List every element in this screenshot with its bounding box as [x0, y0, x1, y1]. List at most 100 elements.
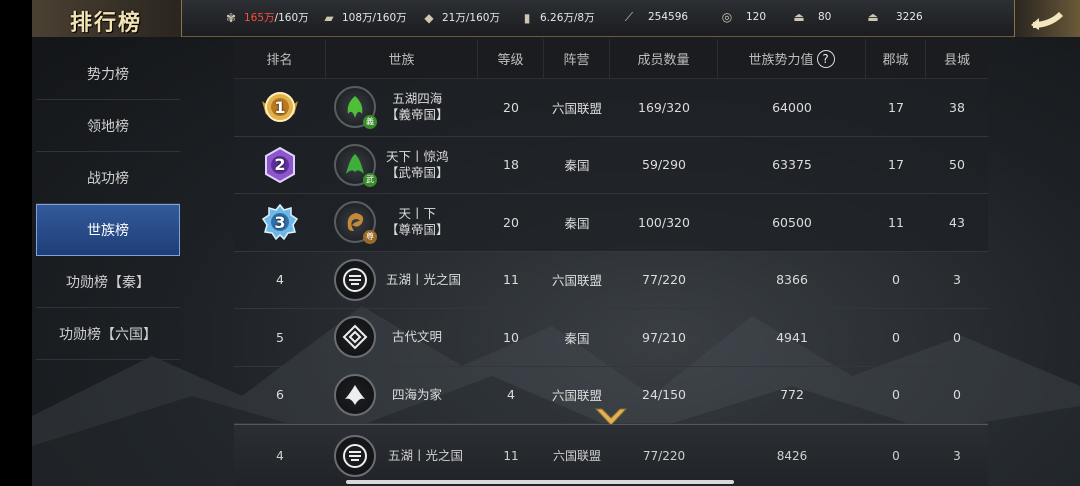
counties-cell: 0	[953, 329, 961, 345]
clan-emblem-icon: 尊	[334, 201, 377, 245]
title-plate: 排行榜	[32, 0, 182, 37]
commanderies-cell: 17	[888, 99, 904, 115]
silver-ingot-icon: ⏏	[867, 10, 879, 24]
top-bar: 排行榜 ✾ 165万/160万 ▰ 108万/160万 ◆ 21万/160万 ▮…	[32, 0, 1080, 37]
clan-emblem-icon	[334, 373, 376, 416]
table-row[interactable]: 2 武 天下丨惊鸿 【武帝国】 18 秦国 59/290 63375 17 50	[234, 136, 988, 194]
commanderies-cell: 0	[892, 448, 900, 463]
header-power: 世族势力值 ?	[718, 39, 866, 78]
resource-grain[interactable]: ✾ 165万/160万	[222, 10, 309, 25]
gold-ingot-icon: ⏏	[793, 10, 805, 24]
ranking-sidebar: 势力榜 领地榜 战功榜 世族榜 功勋榜【秦】 功勋榜【六国】	[36, 48, 180, 360]
sidebar-item-power[interactable]: 势力榜	[36, 48, 180, 100]
resource-gold[interactable]: ⏏ 80	[790, 10, 831, 24]
members-cell: 100/320	[638, 214, 690, 230]
level-cell: 10	[503, 329, 519, 345]
header-members: 成员数量	[610, 39, 718, 78]
camp-cell: 六国联盟	[551, 273, 602, 289]
power-cell: 60500	[772, 214, 812, 230]
clan-emblem-icon: 義	[334, 86, 377, 130]
members-cell: 97/210	[642, 329, 686, 345]
sidebar-item-merit[interactable]: 战功榜	[36, 152, 180, 204]
counties-cell: 3	[953, 272, 961, 288]
level-cell: 11	[503, 272, 519, 288]
clan-nation: 【尊帝国】	[386, 222, 449, 238]
table-row[interactable]: 4 五湖丨光之国 11 六国联盟 77/220 8366 0 3	[234, 252, 988, 309]
level-cell: 18	[503, 157, 519, 173]
clan-cell: 古代文明	[326, 309, 478, 366]
commanderies-cell: 11	[888, 214, 904, 230]
counties-cell: 3	[953, 448, 961, 463]
clan-nation: 【義帝国】	[386, 107, 449, 123]
power-cell: 63375	[772, 157, 812, 173]
resource-iron[interactable]: ▮ 6.26万/8万	[518, 10, 595, 25]
counties-cell: 38	[949, 99, 965, 115]
resource-coin[interactable]: ◎ 120	[718, 10, 766, 24]
clan-nation: 【武帝国】	[386, 164, 449, 180]
copper-icon: ⟋	[624, 10, 634, 24]
clan-emblem-icon: 武	[334, 143, 377, 187]
table-header: 排名 世族 等级 阵营 成员数量 世族势力值 ? 郡城 县城	[234, 39, 988, 79]
power-cell: 772	[780, 387, 804, 403]
clan-name: 四海为家	[392, 386, 443, 402]
own-clan-row[interactable]: 4 五湖丨光之国 11 六国联盟 77/220 8426 0 3	[234, 424, 988, 486]
help-icon[interactable]: ?	[816, 49, 835, 68]
sidebar-item-clan[interactable]: 世族榜	[36, 204, 180, 256]
commanderies-cell: 17	[888, 157, 904, 173]
home-indicator[interactable]	[346, 480, 734, 484]
members-cell: 59/290	[642, 157, 686, 173]
grain-icon: ✾	[225, 10, 237, 25]
clan-cell: 武 天下丨惊鸿 【武帝国】	[326, 137, 478, 194]
rank-cell: 6	[276, 387, 284, 403]
members-cell: 77/220	[642, 448, 686, 463]
rank-cell: 5	[276, 329, 284, 345]
counties-cell: 0	[953, 387, 961, 403]
table-row[interactable]: 3 尊 天丨下 【尊帝国】 20 秦国 100/320 60500 11 43	[234, 194, 988, 252]
header-clan: 世族	[326, 39, 478, 78]
back-arrow-icon	[1031, 12, 1063, 30]
members-cell: 169/320	[638, 99, 690, 115]
sidebar-item-honor-qin[interactable]: 功勋榜【秦】	[36, 256, 180, 308]
resource-wood[interactable]: ▰ 108万/160万	[320, 10, 406, 25]
clan-emblem-icon	[334, 258, 376, 301]
power-cell: 4941	[776, 329, 808, 345]
rank-cell: 4	[276, 272, 284, 288]
blue-medal-icon: 3	[260, 202, 300, 242]
clan-cell: 五湖丨光之国	[326, 252, 478, 309]
clan-cell: 四海为家	[326, 367, 478, 424]
level-cell: 11	[503, 448, 519, 463]
back-button[interactable]	[1014, 0, 1080, 37]
rank-cell: 1	[234, 79, 326, 136]
clan-emblem-icon	[334, 316, 376, 359]
commanderies-cell: 0	[892, 272, 900, 288]
clan-name: 五湖丨光之国	[388, 447, 464, 463]
level-cell: 20	[503, 214, 519, 230]
clan-cell: 尊 天丨下 【尊帝国】	[326, 194, 478, 251]
header-camp: 阵营	[544, 39, 610, 78]
clan-name: 五湖四海	[392, 91, 443, 107]
resource-copper[interactable]: ⟋ 254596	[620, 10, 688, 24]
camp-cell: 秦国	[564, 215, 590, 231]
clan-name: 天下丨惊鸿	[386, 148, 449, 164]
page-title: 排行榜	[70, 10, 143, 36]
level-cell: 4	[507, 387, 515, 403]
header-counties: 县城	[943, 53, 970, 68]
table-row[interactable]: 5 古代文明 10 秦国 97/210 4941 0 0	[234, 309, 988, 367]
gold-medal-icon: 1	[260, 87, 300, 127]
clan-name: 古代文明	[392, 329, 443, 345]
clan-cell: 五湖丨光之国	[326, 425, 478, 486]
stone-icon: ◆	[424, 10, 434, 25]
resource-silver[interactable]: ⏏ 3226	[864, 10, 922, 24]
purple-medal-icon: 2	[260, 145, 300, 185]
sidebar-item-honor-six-states[interactable]: 功勋榜【六国】	[36, 308, 180, 360]
header-commanderies: 郡城	[866, 39, 926, 78]
table-row[interactable]: 1 義 五湖四海 【義帝国】 20 六国联盟 169/320 64000 17 …	[234, 79, 988, 137]
clan-name: 五湖丨光之国	[386, 271, 462, 287]
rank-cell: 4	[276, 448, 284, 463]
resource-stone[interactable]: ◆ 21万/160万	[420, 10, 500, 25]
camp-cell: 六国联盟	[552, 449, 601, 463]
rank-cell: 3	[234, 194, 326, 251]
sidebar-item-territory[interactable]: 领地榜	[36, 100, 180, 152]
clan-emblem-icon	[334, 434, 376, 477]
power-cell: 8366	[776, 272, 808, 288]
